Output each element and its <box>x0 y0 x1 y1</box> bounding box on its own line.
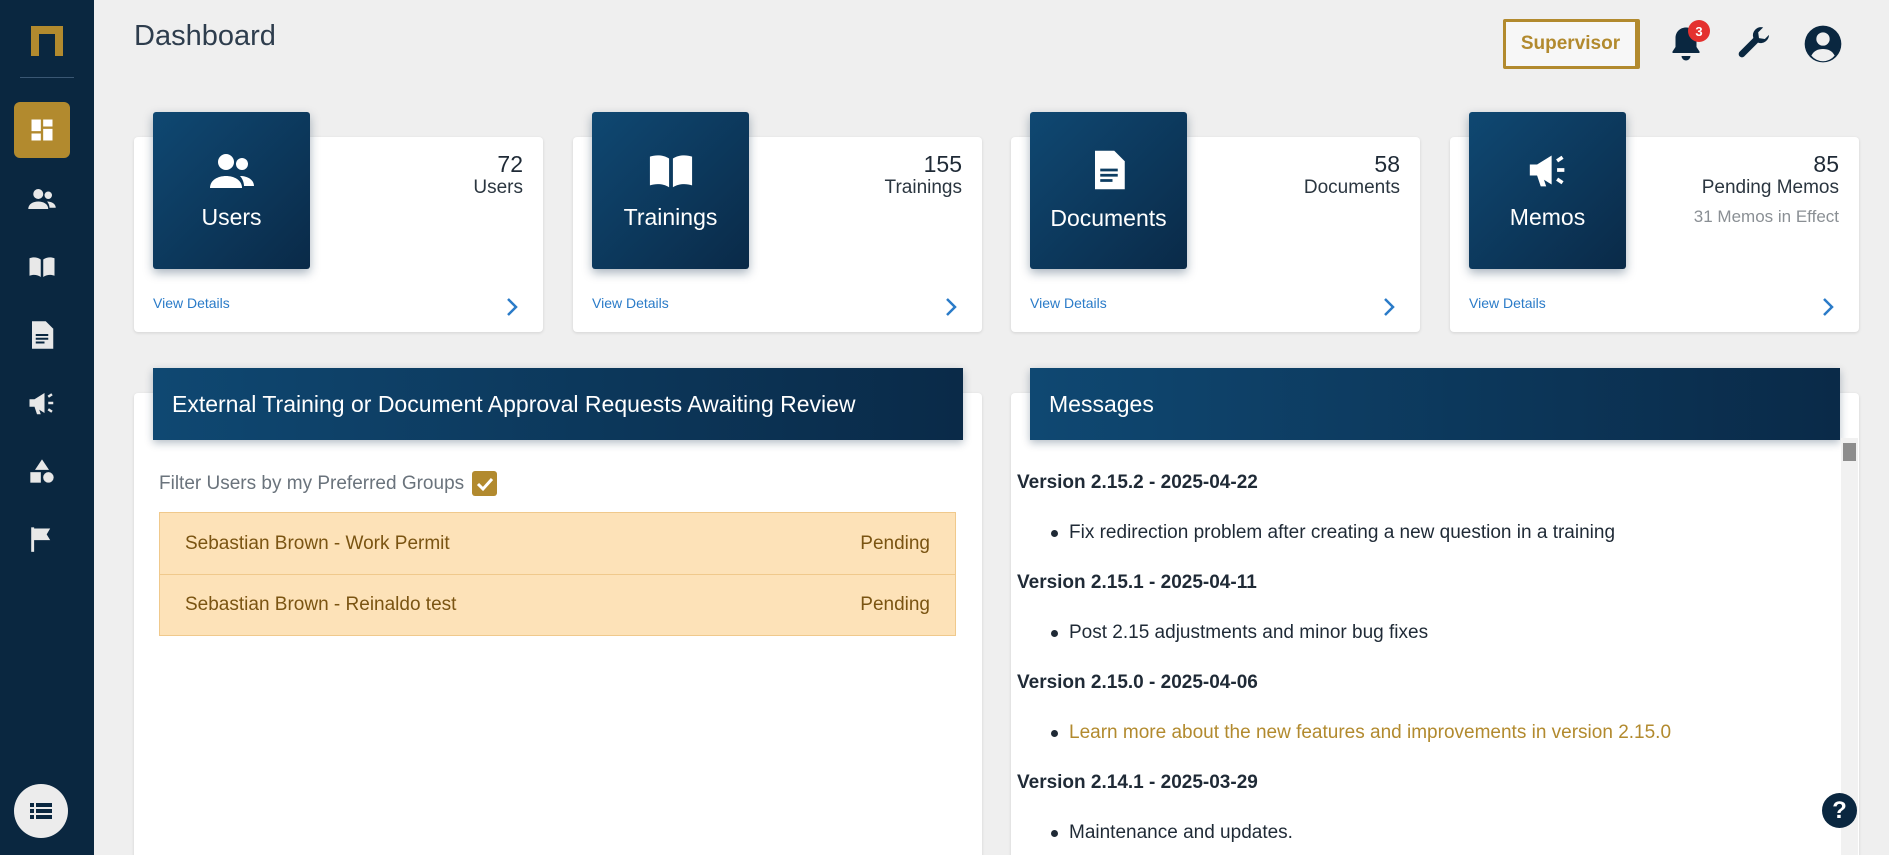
tile-label: Trainings <box>623 204 718 230</box>
tile-label: Memos <box>1509 204 1586 230</box>
users-tile[interactable]: Users <box>153 112 310 269</box>
message-version: Version 2.15.2 - 2025-04-22 <box>1017 472 1258 493</box>
list-icon <box>30 803 52 819</box>
document-icon <box>1094 150 1125 190</box>
card-documents: Documents 58 Documents View Details <box>1011 112 1420 332</box>
request-name: Sebastian Brown - Reinaldo test <box>185 594 457 615</box>
view-details-link[interactable]: View Details <box>153 295 230 311</box>
view-details-link[interactable]: View Details <box>1030 295 1107 311</box>
messages-scrollbar[interactable] <box>1841 438 1858 855</box>
tile-label: Users <box>201 204 262 230</box>
scrollbar-thumb[interactable] <box>1843 443 1856 461</box>
sidebar-item-documents[interactable] <box>14 307 70 363</box>
tile-label: Documents <box>1050 205 1167 231</box>
preferred-groups-filter: Filter Users by my Preferred Groups <box>159 471 498 496</box>
sidebar-item-shapes[interactable] <box>14 443 70 499</box>
card-users: Users 72 Users View Details <box>134 112 543 332</box>
documents-tile[interactable]: Documents <box>1030 112 1187 269</box>
chevron-right-icon[interactable] <box>505 297 519 322</box>
megaphone-icon <box>29 393 54 415</box>
dashboard-icon <box>31 119 53 141</box>
notification-badge: 3 <box>1688 20 1710 42</box>
view-details-link[interactable]: View Details <box>1469 295 1546 311</box>
wrench-icon <box>1738 27 1769 58</box>
help-button[interactable]: ? <box>1822 793 1857 828</box>
message-item: Learn more about the new features and im… <box>1017 708 1832 758</box>
menu-toggle-button[interactable] <box>14 784 68 838</box>
sidebar-item-trainings[interactable] <box>14 239 70 295</box>
card-count: 85 <box>1813 151 1839 177</box>
profile-button[interactable] <box>1801 22 1845 66</box>
request-list: Sebastian Brown - Work Permit Pending Se… <box>159 512 956 636</box>
request-name: Sebastian Brown - Work Permit <box>185 532 450 554</box>
card-count: 155 <box>923 151 962 177</box>
flag-icon <box>31 527 51 552</box>
message-version: Version 2.14.1 - 2025-03-29 <box>1017 772 1258 793</box>
chevron-right-icon[interactable] <box>1382 297 1396 322</box>
approval-requests-panel: External Training or Document Approval R… <box>134 368 982 855</box>
card-subtitle: Documents <box>1303 177 1400 198</box>
card-memos: Memos 85 Pending Memos 31 Memos in Effec… <box>1450 112 1859 332</box>
book-icon <box>649 155 692 188</box>
sidebar-item-memos[interactable] <box>14 375 70 431</box>
card-count: 72 <box>497 151 523 177</box>
request-status: Pending <box>860 532 930 554</box>
preferred-groups-checkbox[interactable] <box>472 471 498 496</box>
sidebar-item-flag[interactable] <box>14 511 70 567</box>
users-icon <box>28 189 56 209</box>
message-text: Post 2.15 adjustments and minor bug fixe… <box>1069 622 1429 643</box>
check-icon <box>476 477 493 491</box>
trainings-tile[interactable]: Trainings <box>592 112 749 269</box>
panel-title: External Training or Document Approval R… <box>153 368 963 440</box>
message-text: Fix redirection problem after creating a… <box>1069 522 1616 543</box>
card-trainings: Trainings 155 Trainings View Details <box>573 112 982 332</box>
request-row[interactable]: Sebastian Brown - Work Permit Pending <box>160 513 955 574</box>
users-icon <box>209 154 254 188</box>
logo-icon <box>31 26 63 56</box>
memos-tile[interactable]: Memos <box>1469 112 1626 269</box>
notifications-button[interactable]: 3 <box>1664 20 1710 66</box>
card-secondary-subtitle: 31 Memos in Effect <box>1693 207 1839 226</box>
card-subtitle: Users <box>473 177 523 198</box>
release-notes-link[interactable]: Learn more about the new features and im… <box>1069 722 1671 744</box>
view-details-link[interactable]: View Details <box>592 295 669 311</box>
sidebar <box>0 0 94 855</box>
message-version: Version 2.15.1 - 2025-04-11 <box>1017 572 1257 593</box>
messages-panel: Messages Version 2.15.2 - 2025-04-22 Fix… <box>1011 368 1859 855</box>
message-item: Fix redirection problem after creating a… <box>1017 508 1832 558</box>
megaphone-icon <box>1529 155 1564 187</box>
document-icon <box>32 321 54 349</box>
chevron-right-icon[interactable] <box>1821 297 1835 322</box>
settings-button[interactable] <box>1732 22 1776 66</box>
message-item: Post 2.15 adjustments and minor bug fixe… <box>1017 608 1832 658</box>
chevron-right-icon[interactable] <box>944 297 958 322</box>
sidebar-item-dashboard[interactable] <box>14 102 70 158</box>
panel-title: Messages <box>1030 368 1840 440</box>
request-status: Pending <box>860 594 930 615</box>
card-subtitle: Trainings <box>884 177 962 198</box>
message-version: Version 2.15.0 - 2025-04-06 <box>1017 672 1258 693</box>
message-text: Maintenance and updates. <box>1069 822 1293 843</box>
message-item: Maintenance and updates. <box>1017 808 1832 855</box>
card-count: 58 <box>1374 151 1400 177</box>
app-logo[interactable] <box>20 22 74 78</box>
request-row[interactable]: Sebastian Brown - Reinaldo test Pending <box>160 574 955 635</box>
card-subtitle: Pending Memos <box>1701 177 1839 198</box>
sidebar-item-users[interactable] <box>14 171 70 227</box>
book-icon <box>29 257 55 277</box>
shapes-icon <box>30 459 54 483</box>
filter-label: Filter Users by my Preferred Groups <box>159 472 465 494</box>
role-button[interactable]: Supervisor <box>1503 19 1640 69</box>
page-title: Dashboard <box>134 20 276 52</box>
account-circle-icon <box>1804 25 1842 63</box>
messages-list: Version 2.15.2 - 2025-04-22 Fix redirect… <box>1017 458 1832 855</box>
